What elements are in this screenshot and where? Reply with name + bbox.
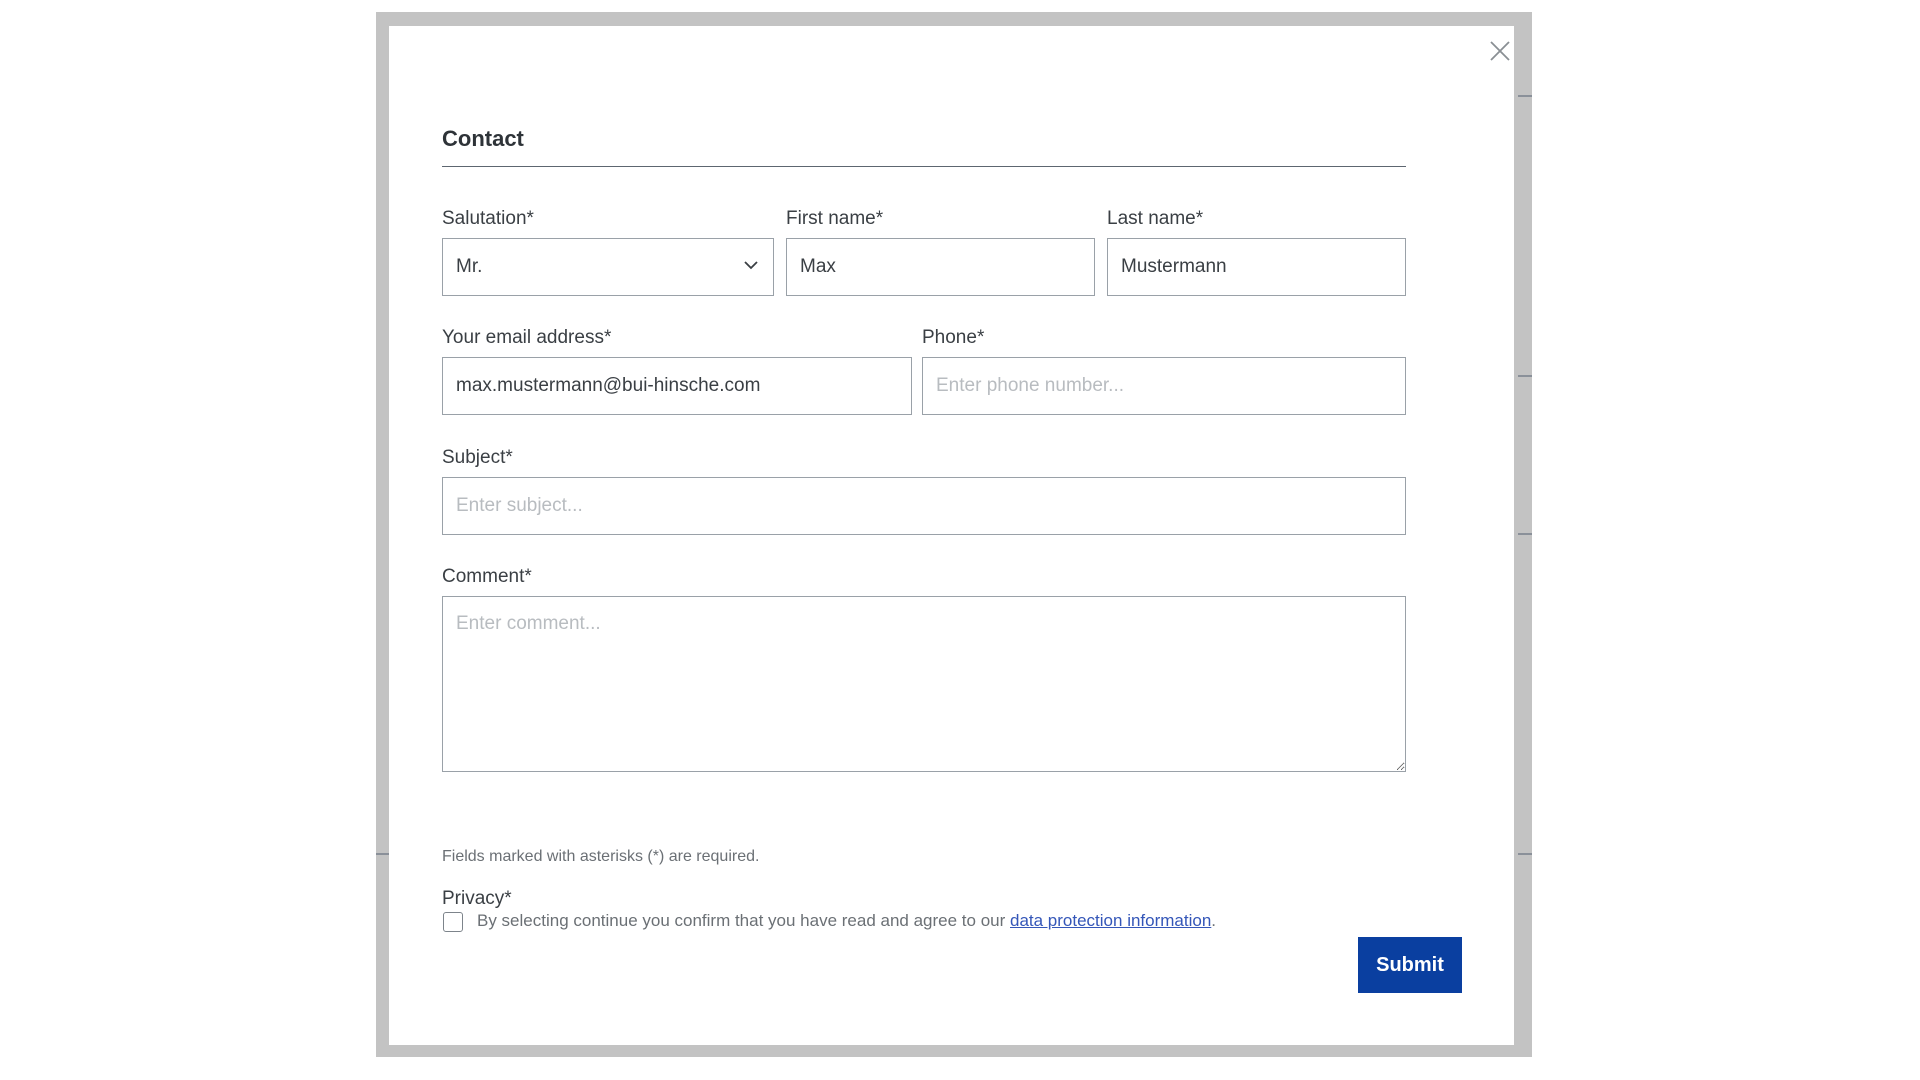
background-divider [376, 853, 390, 855]
email-label: Your email address* [442, 327, 612, 348]
first-name-label: First name* [786, 208, 884, 229]
background-divider [1518, 853, 1532, 855]
comment-field: Comment* [442, 566, 1406, 777]
subject-field: Subject* [442, 447, 1406, 535]
email-field: Your email address* [442, 327, 912, 415]
phone-label: Phone* [922, 327, 985, 348]
last-name-label: Last name* [1107, 208, 1204, 229]
first-name-field: First name* [786, 208, 1095, 296]
phone-input[interactable] [922, 357, 1406, 415]
comment-label: Comment* [442, 566, 532, 587]
comment-textarea[interactable] [442, 596, 1406, 772]
title-divider [442, 166, 1406, 167]
privacy-checkbox[interactable] [443, 912, 463, 932]
salutation-label: Salutation* [442, 208, 534, 229]
last-name-field: Last name* [1107, 208, 1406, 296]
salutation-select[interactable]: Mr. [442, 238, 774, 296]
background-divider [1518, 533, 1532, 535]
phone-field: Phone* [922, 327, 1406, 415]
first-name-input[interactable] [786, 238, 1095, 296]
salutation-value: Mr. [456, 256, 483, 277]
background-divider [1518, 95, 1532, 97]
close-button[interactable] [1487, 38, 1513, 64]
form-title: Contact [442, 126, 524, 151]
submit-button[interactable]: Submit [1358, 937, 1462, 993]
salutation-field: Salutation* Mr. [442, 208, 774, 296]
consent-text: By selecting continue you confirm that y… [477, 911, 1010, 930]
privacy-label: Privacy* [442, 888, 512, 909]
chevron-down-icon [744, 261, 758, 270]
data-protection-link[interactable]: data protection information [1010, 911, 1211, 930]
subject-input[interactable] [442, 477, 1406, 535]
contact-modal: Contact Salutation* Mr. First name* Last… [389, 26, 1514, 1045]
subject-label: Subject* [442, 447, 513, 468]
privacy-consent-text: By selecting continue you confirm that y… [477, 911, 1216, 931]
email-input[interactable] [442, 357, 912, 415]
required-fields-hint: Fields marked with asterisks (*) are req… [442, 848, 760, 865]
consent-suffix: . [1211, 911, 1217, 930]
last-name-input[interactable] [1107, 238, 1406, 296]
close-icon [1490, 41, 1510, 61]
background-divider [1518, 375, 1532, 377]
